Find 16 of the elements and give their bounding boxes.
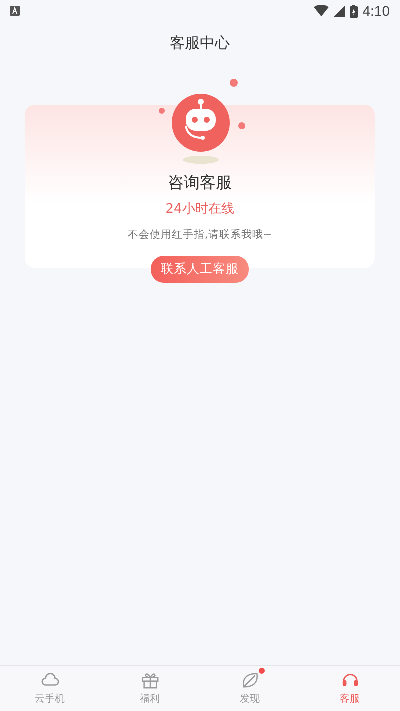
contact-agent-button[interactable]: 联系人工客服 [151,256,249,283]
gift-icon [140,671,160,690]
card-description: 不会使用红手指,请联系我哦~ [128,228,272,242]
clock-time: 4:10 [362,3,390,19]
leaf-icon [240,671,260,690]
battery-icon [350,4,358,18]
card-title: 咨询客服 [168,173,232,194]
wifi-icon [314,5,329,17]
online-hours: 24小时在线 [166,201,234,218]
tab-item[interactable]: 云手机 [0,666,100,711]
tab-item[interactable]: 发现 [200,666,300,711]
signal-icon [334,6,345,16]
tab-item[interactable]: 客服 [300,666,400,711]
page-title: 客服中心 [170,34,230,52]
tab-item[interactable]: 福利 [100,666,200,711]
notification-icon [10,6,20,16]
